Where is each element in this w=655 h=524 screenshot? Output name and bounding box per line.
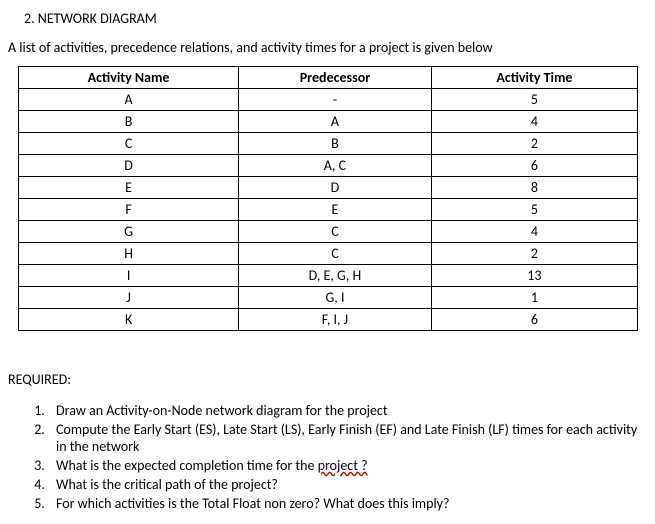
table-cell: C [19,133,239,155]
table-cell: G, I [239,287,432,309]
questions-list: Draw an Activity-on-Node network diagram… [48,402,647,512]
required-label: REQUIRED: [8,371,647,388]
section-heading: 2. NETWORK DIAGRAM [24,10,647,27]
table-row: A-5 [19,89,638,111]
table-cell: D [19,155,239,177]
table-cell: A, C [239,155,432,177]
table-cell: I [19,265,239,287]
question-item: What is the expected completion time for… [48,457,647,474]
question-item: What is the critical path of the project… [48,476,647,493]
table-cell: B [239,133,432,155]
table-cell: A [239,111,432,133]
table-cell: 5 [431,89,637,111]
table-cell: 4 [431,111,637,133]
table-cell: 2 [431,243,637,265]
table-cell: 13 [431,265,637,287]
table-cell: 4 [431,221,637,243]
header-activity-time: Activity Time [431,67,637,89]
wavy-text: project ? [318,457,368,474]
table-cell: D [239,177,432,199]
table-cell: 6 [431,309,637,331]
table-row: BA4 [19,111,638,133]
table-cell: C [239,243,432,265]
table-cell: 8 [431,177,637,199]
table-cell: J [19,287,239,309]
table-cell: E [19,177,239,199]
table-cell: D, E, G, H [239,265,432,287]
activity-table: Activity Name Predecessor Activity Time … [18,66,638,331]
table-row: HC2 [19,243,638,265]
table-cell: C [239,221,432,243]
header-predecessor: Predecessor [239,67,432,89]
question-item: Draw an Activity-on-Node network diagram… [48,402,647,419]
table-row: ED8 [19,177,638,199]
table-cell: F [19,199,239,221]
table-cell: F, I, J [239,309,432,331]
table-cell: G [19,221,239,243]
table-cell: E [239,199,432,221]
table-cell: A [19,89,239,111]
table-row: FE5 [19,199,638,221]
table-cell: 5 [431,199,637,221]
table-cell: - [239,89,432,111]
header-activity-name: Activity Name [19,67,239,89]
table-cell: 6 [431,155,637,177]
table-row: ID, E, G, H13 [19,265,638,287]
table-body: A-5BA4CB2DA, C6ED8FE5GC4HC2ID, E, G, H13… [19,89,638,331]
table-cell: 1 [431,287,637,309]
table-cell: B [19,111,239,133]
question-item: Compute the Early Start (ES), Late Start… [48,421,647,455]
table-cell: H [19,243,239,265]
table-cell: K [19,309,239,331]
intro-text: A list of activities, precedence relatio… [8,39,647,56]
table-row: GC4 [19,221,638,243]
table-cell: 2 [431,133,637,155]
table-row: KF, I, J6 [19,309,638,331]
table-row: JG, I1 [19,287,638,309]
question-item: For which activities is the Total Float … [48,495,647,512]
table-row: CB2 [19,133,638,155]
table-header-row: Activity Name Predecessor Activity Time [19,67,638,89]
table-row: DA, C6 [19,155,638,177]
